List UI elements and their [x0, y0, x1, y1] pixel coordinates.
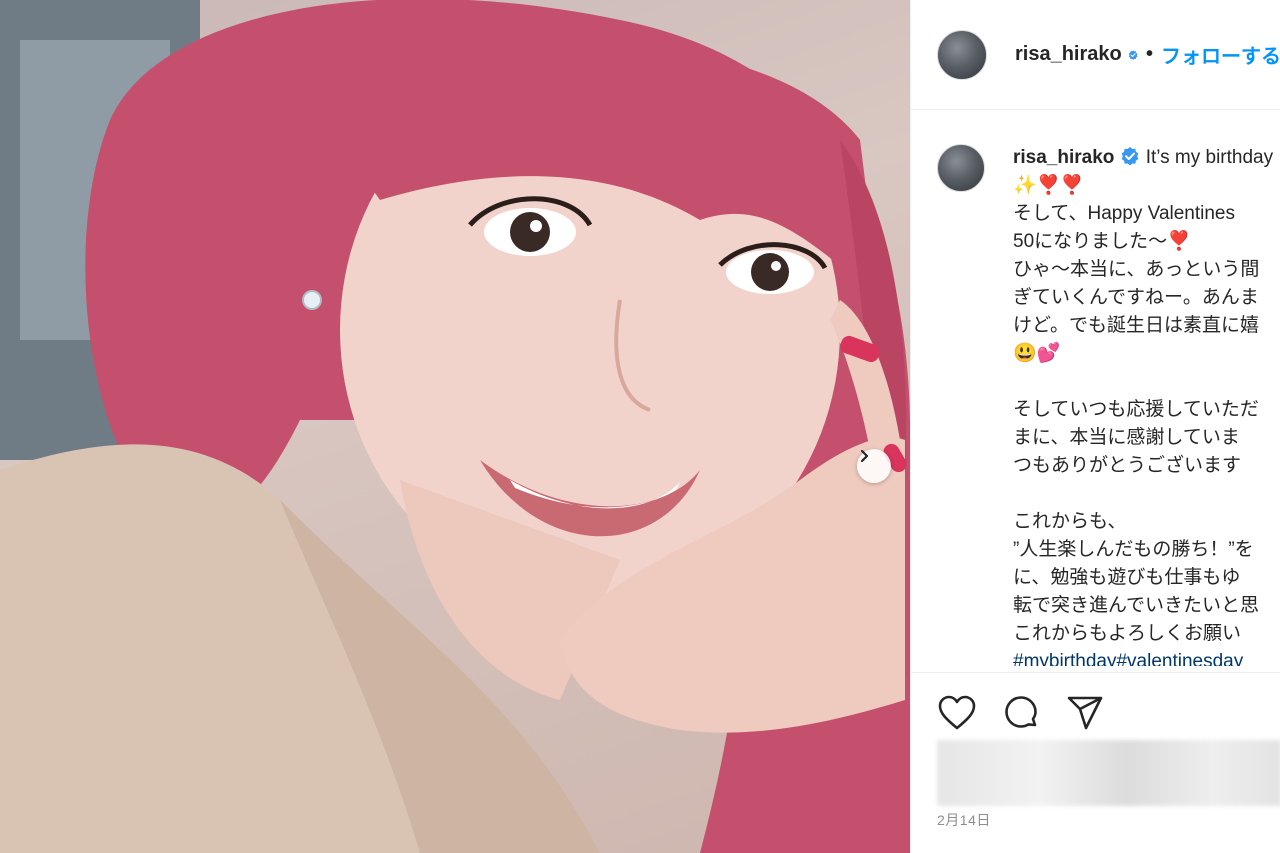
caption-first-line: It’s my birthday	[1145, 147, 1274, 168]
hashtags-link[interactable]: #mybirthday#valentinesday	[1013, 648, 1280, 666]
blurred-likes-area	[937, 740, 1280, 806]
post-header: risa_hirako • フォローする	[911, 0, 1280, 110]
caption-username[interactable]: risa_hirako	[1013, 147, 1114, 168]
post-sidebar: risa_hirako • フォローする risa_hirako It’s my…	[910, 0, 1280, 853]
caption-line: まに、本当に感謝していま	[1013, 427, 1240, 448]
caption-line: つもありがとうございます	[1013, 455, 1242, 476]
header-username[interactable]: risa_hirako	[1015, 43, 1122, 66]
heart-icon	[938, 695, 976, 729]
photo-illustration	[0, 0, 910, 853]
separator-dot: •	[1145, 43, 1153, 65]
post-photo[interactable]	[0, 0, 910, 853]
caption-line: ひゃ〜本当に、あっという間	[1013, 259, 1260, 280]
caption-line: これからもよろしくお願い	[1013, 623, 1242, 644]
avatar[interactable]	[937, 29, 987, 80]
caption-line: けど。でも誕生日は素直に嬉	[1013, 315, 1260, 336]
share-button[interactable]	[1065, 693, 1105, 733]
post-date[interactable]: 2月14日	[937, 810, 991, 830]
caption-line: そしていつも応援していただ	[1013, 399, 1259, 420]
comment-icon	[1005, 695, 1037, 728]
caption-line: ぎていくんですねー。あんま	[1013, 287, 1259, 308]
verified-badge-icon	[1122, 147, 1139, 166]
caption-line: ✨❣️❣️	[1013, 175, 1084, 196]
caption-line: に、勉強も遊びも仕事もゆ	[1013, 567, 1241, 588]
comment-button[interactable]	[1001, 693, 1041, 733]
follow-button[interactable]: フォローする	[1161, 40, 1280, 69]
caption-line: そして、Happy Valentines	[1013, 203, 1235, 224]
caption-line: 😃💕	[1013, 343, 1061, 364]
caption-line: ”人生楽しんだもの勝ち！”を	[1013, 539, 1254, 560]
caption-line: 転で突き進んでいきたいと思	[1013, 595, 1260, 616]
like-button[interactable]	[937, 693, 977, 733]
paper-plane-icon	[1067, 696, 1103, 729]
caption-line: 50になりました〜❣️	[1013, 231, 1191, 252]
caption: risa_hirako It’s my birthday ✨❣️❣️ そして、H…	[937, 144, 1280, 666]
chevron-right-icon	[860, 449, 869, 463]
caption-avatar[interactable]	[937, 144, 985, 192]
carousel-next-button[interactable]	[857, 449, 891, 483]
caption-line: これからも、	[1013, 511, 1127, 532]
caption-text: risa_hirako It’s my birthday ✨❣️❣️ そして、H…	[1013, 144, 1280, 666]
verified-badge-icon	[1128, 49, 1138, 60]
